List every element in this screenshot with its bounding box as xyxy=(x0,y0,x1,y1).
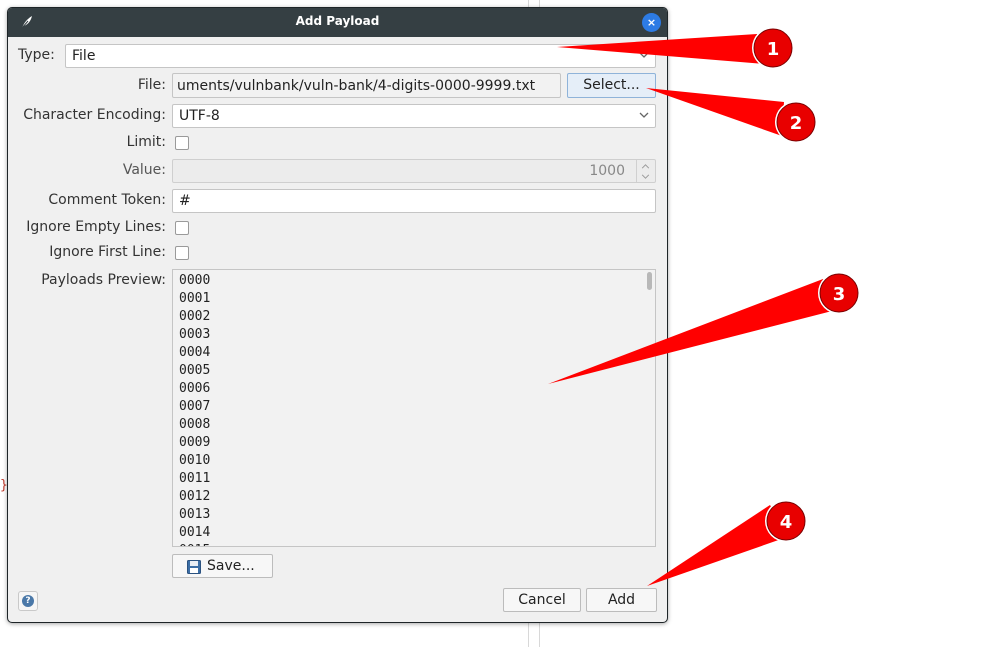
payload-preview-line: 0007 xyxy=(179,399,211,414)
limit-label: Limit: xyxy=(126,134,166,150)
type-select[interactable]: File xyxy=(65,44,656,68)
file-path-value: uments/vulnbank/vuln-bank/4-digits-0000-… xyxy=(177,78,536,94)
comment-token-value: # xyxy=(179,193,191,209)
annotation-marker-4: 4 xyxy=(647,500,807,586)
comment-token-label: Comment Token: xyxy=(48,192,166,208)
save-button[interactable]: Save... xyxy=(172,554,273,578)
payload-preview-line: 0014 xyxy=(179,525,211,540)
dialog-title: Add Payload xyxy=(295,14,380,28)
background-divider xyxy=(528,0,529,7)
encoding-select-value: UTF-8 xyxy=(179,108,220,124)
type-select-value: File xyxy=(72,48,96,64)
payload-preview-line: 0001 xyxy=(179,291,211,306)
add-payload-dialog: Add Payload × Type: File File: uments/vu… xyxy=(7,7,668,623)
annotation-marker-2: 2 xyxy=(646,88,817,143)
type-label: Type: xyxy=(18,47,55,63)
value-spinner-value: 1000 xyxy=(589,163,625,179)
payload-preview-line: 0004 xyxy=(179,345,211,360)
encoding-select[interactable]: UTF-8 xyxy=(172,104,656,128)
help-button[interactable]: ? xyxy=(18,591,38,611)
background-divider xyxy=(539,0,540,7)
add-button-label: Add xyxy=(607,592,636,608)
annotation-label-4: 4 xyxy=(780,512,793,533)
annotation-label-1: 1 xyxy=(767,39,780,60)
title-bar[interactable]: Add Payload × xyxy=(8,8,667,37)
payload-preview-line: 0009 xyxy=(179,435,211,450)
chevron-down-icon xyxy=(639,112,649,118)
chevron-down-icon xyxy=(641,174,650,179)
annotation-label-3: 3 xyxy=(833,284,846,305)
chevron-down-icon xyxy=(639,52,649,58)
payload-preview-line: 0002 xyxy=(179,309,211,324)
value-spinner[interactable]: 1000 xyxy=(172,159,656,183)
annotation-label-2: 2 xyxy=(790,113,803,134)
close-icon: × xyxy=(646,16,657,29)
select-file-button-label: Select... xyxy=(583,77,640,93)
limit-checkbox[interactable] xyxy=(175,136,189,150)
save-button-label: Save... xyxy=(207,558,255,574)
payload-preview-line: 0000 xyxy=(179,273,211,288)
background-divider xyxy=(539,621,540,647)
cancel-button[interactable]: Cancel xyxy=(503,588,581,612)
payload-preview-line: 0008 xyxy=(179,417,211,432)
file-label: File: xyxy=(137,77,166,93)
payload-preview-line: 0012 xyxy=(179,489,211,504)
scrollbar-thumb[interactable] xyxy=(647,272,652,290)
ignore-empty-lines-checkbox[interactable] xyxy=(175,221,189,235)
spinner-arrows[interactable] xyxy=(636,160,655,182)
select-file-button[interactable]: Select... xyxy=(567,73,656,98)
ignore-first-line-label: Ignore First Line: xyxy=(49,244,166,260)
add-button[interactable]: Add xyxy=(586,588,657,612)
close-button[interactable]: × xyxy=(642,13,661,32)
payloads-preview-list[interactable]: 0000 0001 0002 0003 0004 0005 0006 0007 0008 0009… xyxy=(172,269,656,547)
payload-preview-line: 0011 xyxy=(179,471,211,486)
ignore-empty-lines-label: Ignore Empty Lines: xyxy=(26,219,166,235)
payload-preview-line: 0005 xyxy=(179,363,211,378)
ignore-first-line-checkbox[interactable] xyxy=(175,246,189,260)
payload-preview-line: 0006 xyxy=(179,381,211,396)
payload-preview-line: 0015 xyxy=(179,543,210,546)
payload-preview-line: 0010 xyxy=(179,453,211,468)
value-label: Value: xyxy=(122,162,166,178)
help-icon: ? xyxy=(22,595,34,607)
payload-preview-line: 0003 xyxy=(179,327,211,342)
floppy-icon xyxy=(187,560,201,574)
background-divider xyxy=(528,621,529,647)
comment-token-input[interactable]: # xyxy=(172,189,656,213)
chevron-up-icon xyxy=(641,164,650,169)
payload-preview-line: 0013 xyxy=(179,507,211,522)
cancel-button-label: Cancel xyxy=(518,592,566,608)
encoding-label: Character Encoding: xyxy=(23,107,166,123)
payloads-preview-label: Payloads Preview: xyxy=(41,272,166,288)
file-path-field[interactable]: uments/vulnbank/vuln-bank/4-digits-0000-… xyxy=(172,73,561,98)
